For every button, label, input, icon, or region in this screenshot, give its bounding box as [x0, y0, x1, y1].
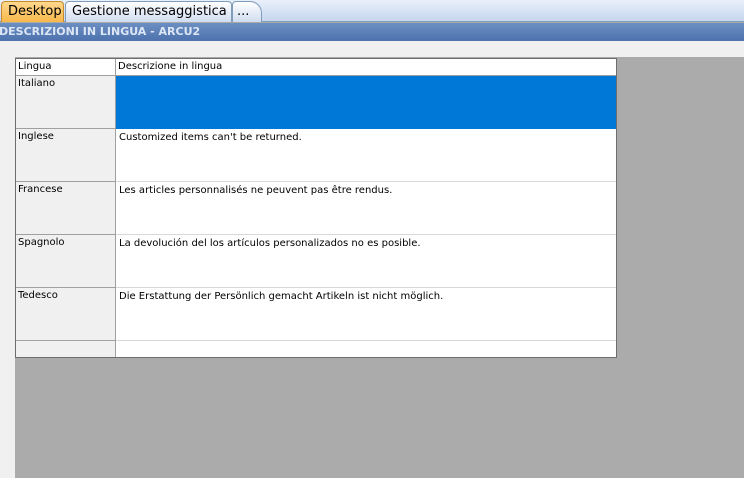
- tab-bar: Desktop Gestione messaggistica ...: [0, 0, 744, 22]
- column-header-description[interactable]: Descrizione in lingua: [116, 59, 616, 75]
- new-row[interactable]: [16, 341, 616, 357]
- description-cell-selected[interactable]: [116, 76, 616, 129]
- column-header-language[interactable]: Lingua: [16, 59, 116, 75]
- language-cell[interactable]: Spagnolo: [16, 235, 116, 288]
- description-cell[interactable]: Die Erstattung der Persönlich gemacht Ar…: [116, 288, 616, 341]
- description-cell[interactable]: Les articles personnalisés ne peuvent pa…: [116, 182, 616, 235]
- table-row: Inglese Customized items can't be return…: [16, 129, 616, 182]
- description-cell[interactable]: Customized items can't be returned.: [116, 129, 616, 182]
- language-cell[interactable]: Francese: [16, 182, 116, 235]
- new-row-header: [16, 341, 116, 357]
- tab-more[interactable]: ...: [232, 1, 262, 22]
- table-row: Italiano: [16, 76, 616, 129]
- left-strip: [0, 41, 15, 478]
- language-cell[interactable]: Tedesco: [16, 288, 116, 341]
- language-cell[interactable]: Italiano: [16, 76, 116, 129]
- translations-grid: Lingua Descrizione in lingua Italiano In…: [15, 58, 617, 358]
- tab-desktop[interactable]: Desktop: [1, 1, 64, 22]
- description-cell[interactable]: La devolución del los artículos personal…: [116, 235, 616, 288]
- language-cell[interactable]: Inglese: [16, 129, 116, 182]
- window-title: DESCRIZIONI IN LINGUA - ARCU2: [0, 23, 744, 41]
- toolbar-area: [0, 41, 744, 57]
- table-row: Spagnolo La devolución del los artículos…: [16, 235, 616, 288]
- table-row: Francese Les articles personnalisés ne p…: [16, 182, 616, 235]
- table-row: Tedesco Die Erstattung der Persönlich ge…: [16, 288, 616, 341]
- tab-gestione-messaggistica[interactable]: Gestione messaggistica: [65, 1, 232, 22]
- grid-header: Lingua Descrizione in lingua: [16, 59, 616, 76]
